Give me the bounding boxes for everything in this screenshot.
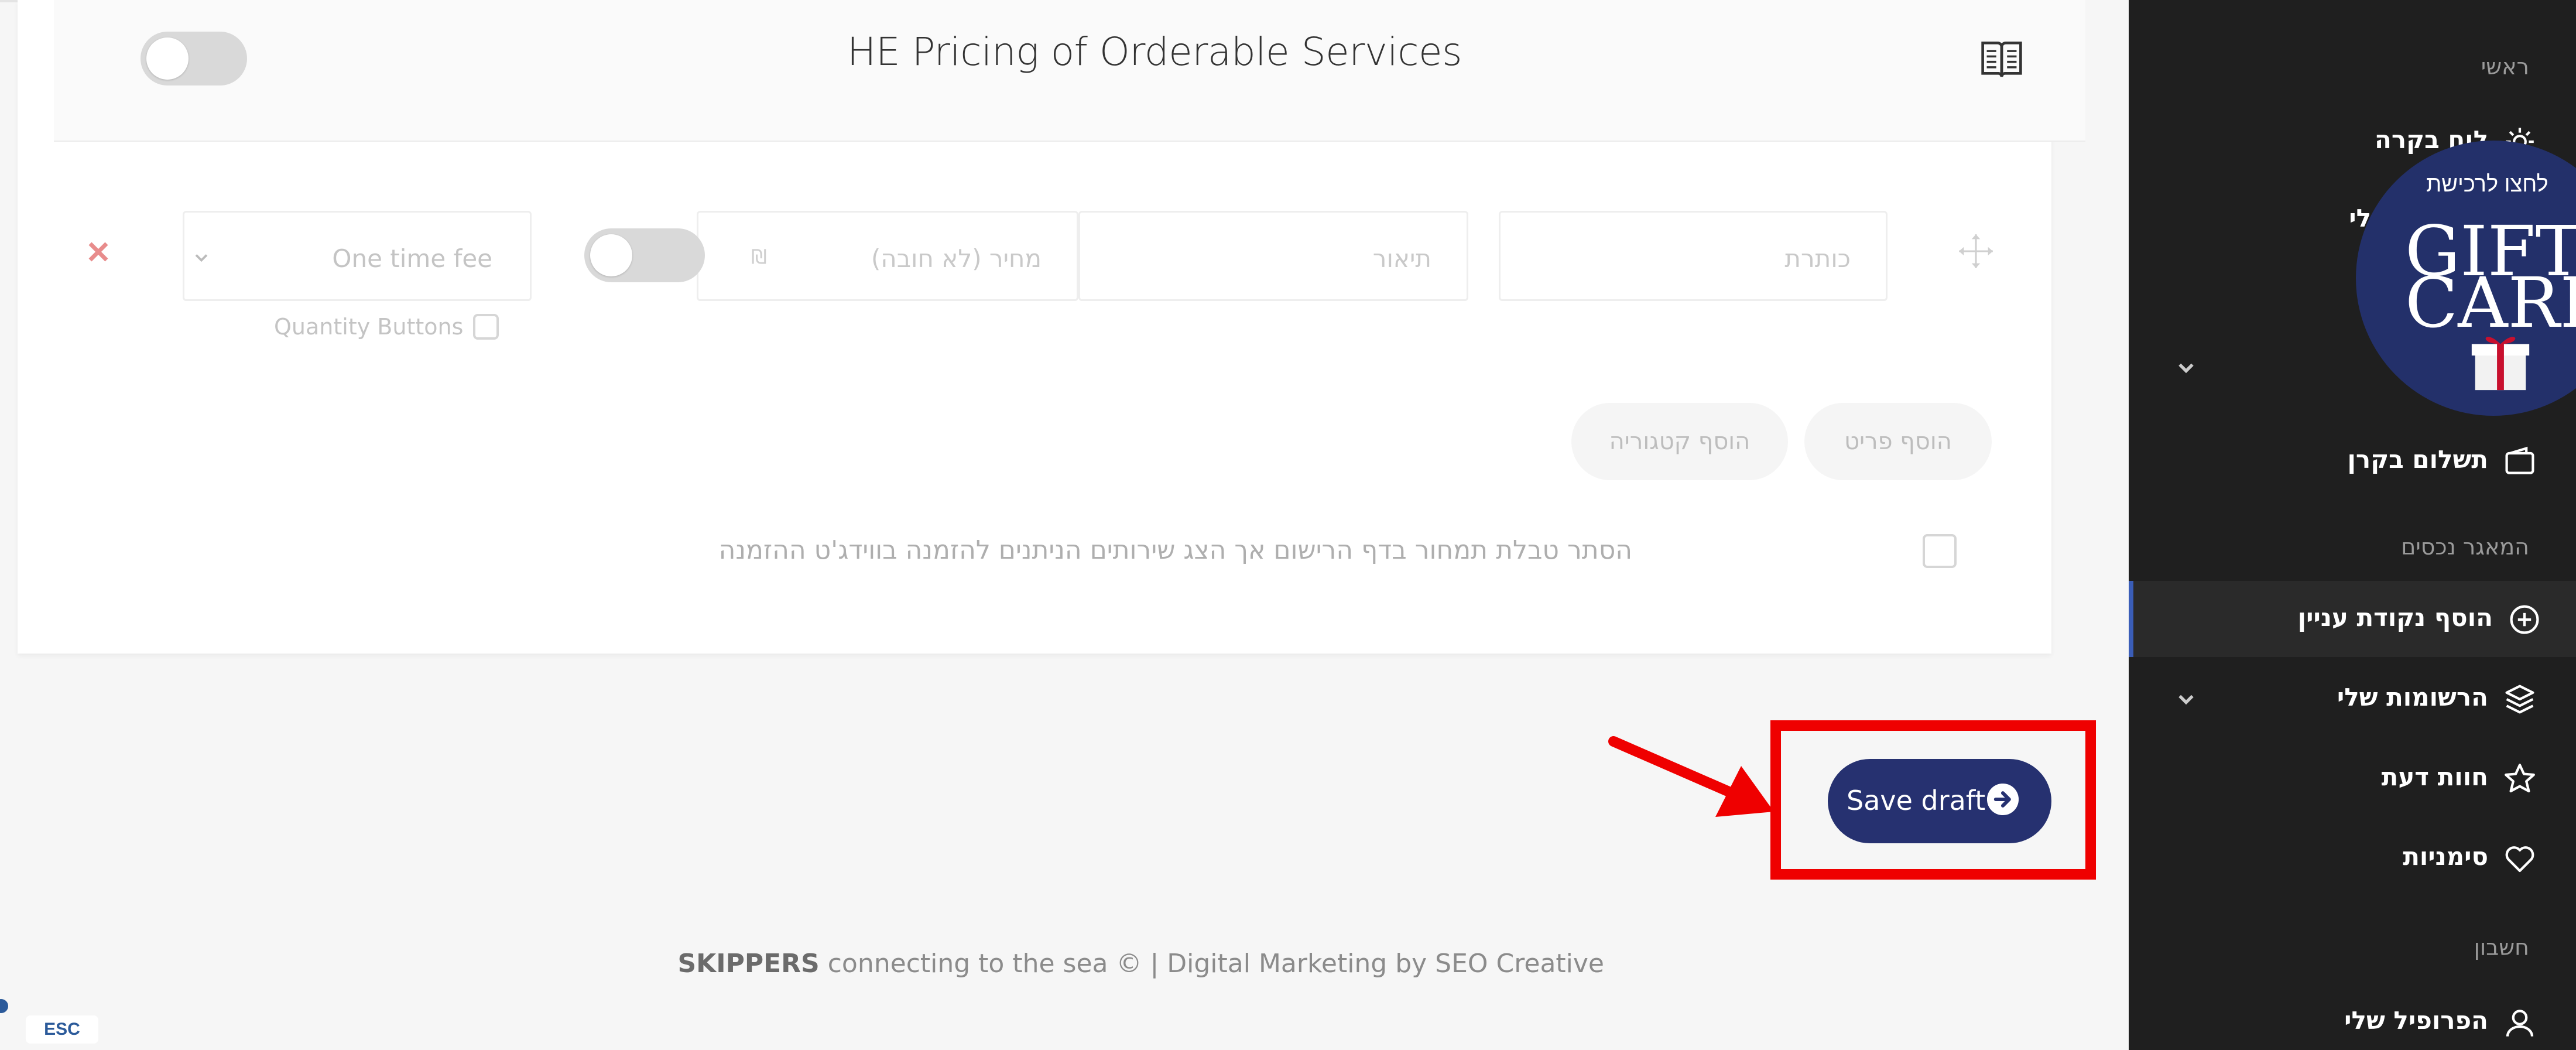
esc-badge[interactable]: ESC	[26, 1015, 98, 1044]
add-category-button[interactable]: הוסף קטגוריה	[1571, 403, 1788, 480]
annotation-arrow	[1608, 736, 1774, 817]
footer-text: connecting to the sea © | Digital Market…	[819, 949, 1604, 979]
sidebar-item-reviews[interactable]: חוות דעת	[2129, 740, 2576, 816]
title-placeholder: כותרת	[1784, 244, 1851, 273]
arrow-right-circle-icon	[1987, 784, 2019, 815]
main-content: HE Pricing of Orderable Services כותרת ת…	[0, 0, 2129, 1050]
hide-table-label: הסתר טבלת תמחור בדף הרישום אך הצג שירותי…	[718, 535, 1632, 565]
sidebar-heading-main: ראשי	[2481, 54, 2529, 80]
fee-select-value: One time fee	[332, 244, 492, 273]
save-draft-button[interactable]: Save draft	[1828, 759, 2051, 843]
plus-circle-icon	[2510, 605, 2539, 634]
price-field[interactable]: מחיר (לא חובה) ₪	[697, 211, 1078, 301]
heart-icon	[2505, 846, 2534, 873]
title-field[interactable]: כותרת	[1499, 211, 1888, 301]
price-placeholder: מחיר (לא חובה)	[871, 244, 1042, 273]
sidebar-item-payment-label: תשלום בקרן	[2347, 445, 2488, 474]
card-header: HE Pricing of Orderable Services	[54, 0, 2085, 142]
chevron-down-icon	[2178, 363, 2194, 374]
chevron-down-icon	[195, 254, 208, 262]
book-icon	[1981, 41, 2022, 77]
sidebar-item-bookmarks-label: סימניות	[2403, 842, 2488, 871]
section-toggle[interactable]	[141, 32, 247, 85]
drag-handle-icon[interactable]	[1957, 232, 1995, 271]
add-item-button[interactable]: הוסף פריט	[1804, 403, 1992, 480]
user-icon	[2506, 1010, 2534, 1037]
sidebar-item-bookmarks[interactable]: סימניות	[2129, 820, 2576, 896]
remove-item-icon[interactable]	[87, 240, 110, 264]
footer-brand: SKIPPERS	[677, 949, 820, 979]
hide-table-checkbox[interactable]	[1923, 534, 1957, 568]
fee-type-select[interactable]: One time fee	[183, 211, 532, 301]
pricing-card: HE Pricing of Orderable Services כותרת ת…	[18, 0, 2085, 654]
description-placeholder: תיאור	[1372, 244, 1431, 273]
edit-icon[interactable]	[0, 996, 12, 1019]
quantity-buttons-checkbox[interactable]	[473, 314, 499, 340]
sidebar-heading-listings: המאגר נכסים	[2401, 534, 2529, 560]
sidebar-item-reviews-label: חוות דעת	[2381, 762, 2488, 791]
currency-symbol: ₪	[751, 245, 767, 269]
sidebar-item-profile[interactable]: הפרופיל שלי	[2129, 984, 2576, 1050]
save-draft-label: Save draft	[1847, 785, 1986, 816]
gift-box-icon	[2471, 337, 2530, 391]
description-field[interactable]: תיאור	[1078, 211, 1468, 301]
sidebar-item-my-listings-label: הרשומות שלי	[2337, 683, 2488, 712]
sidebar-item-payment[interactable]: תשלום בקרן	[2129, 423, 2576, 499]
footer: SKIPPERS connecting to the sea © | Digit…	[677, 949, 1604, 979]
sidebar-item-profile-label: הפרופיל שלי	[2344, 1006, 2488, 1035]
chevron-down-icon	[2178, 695, 2194, 705]
wallet-icon	[2505, 446, 2534, 474]
sidebar-heading-account: חשבון	[2474, 935, 2529, 960]
gift-card-top-text: לחצו לרכישת	[2426, 172, 2548, 197]
price-toggle[interactable]	[584, 228, 705, 282]
star-icon	[2505, 764, 2535, 793]
sidebar-item-my-listings[interactable]: הרשומות שלי	[2129, 661, 2576, 737]
section-title: HE Pricing of Orderable Services	[847, 29, 1462, 74]
sidebar-item-add-poi[interactable]: הוסף נקודת עניין	[2129, 581, 2576, 657]
quantity-buttons-label: Quantity Buttons	[274, 314, 464, 340]
layers-icon	[2505, 685, 2534, 714]
sidebar-item-add-poi-label: הוסף נקודת עניין	[2297, 603, 2493, 632]
